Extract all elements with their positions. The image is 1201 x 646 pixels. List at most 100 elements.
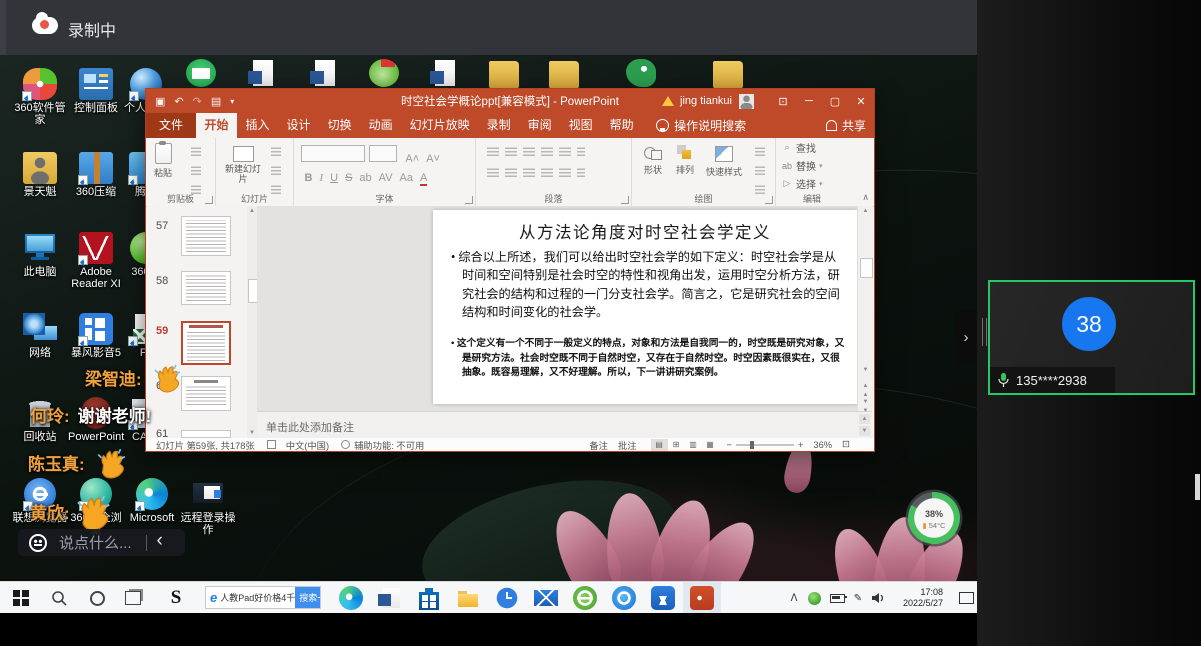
slide-bullet-1[interactable]: 综合以上所述，我们可以给出时空社会学的如下定义：时空社会学是从时间和空间特别是社… xyxy=(451,248,845,321)
news-search-text[interactable]: 人教Pad好价格4千 xyxy=(220,591,295,604)
accessibility-status[interactable]: 辅助功能: 不可用 xyxy=(354,438,424,452)
char-spacing-button[interactable]: AV xyxy=(379,172,393,184)
zoom-in-button[interactable]: + xyxy=(798,440,803,450)
ribbon-display-options-icon[interactable]: ⊡ xyxy=(770,89,796,113)
fit-to-window-icon[interactable]: ⊡ xyxy=(842,439,850,450)
paste-button[interactable]: 粘贴 xyxy=(154,143,172,179)
tab-record[interactable]: 录制 xyxy=(478,113,519,138)
tab-home[interactable]: 开始 xyxy=(196,113,237,138)
dialog-launcher-icon[interactable] xyxy=(621,196,629,204)
emoji-icon[interactable] xyxy=(29,534,47,552)
tray-battery[interactable] xyxy=(828,582,847,613)
desktop-icon-jingtiankui-folder[interactable]: 景天魁 xyxy=(12,152,68,198)
desktop-icon-control-panel[interactable]: 控制面板 xyxy=(68,68,124,114)
shrink-font-icon[interactable]: A˅ xyxy=(426,153,440,165)
select-button[interactable]: ▷选择 ▾ xyxy=(782,176,848,191)
tab-review[interactable]: 审阅 xyxy=(519,113,560,138)
start-button[interactable] xyxy=(8,582,34,613)
grow-font-icon[interactable]: A˄ xyxy=(405,153,419,165)
desktop-icon-folder[interactable] xyxy=(549,61,579,89)
collapse-chat-icon[interactable]: ‹ xyxy=(157,530,163,552)
notes-toggle[interactable]: 备注 xyxy=(589,438,608,452)
desktop-icon-folder[interactable] xyxy=(713,61,743,89)
taskbar-search-button[interactable] xyxy=(44,582,74,613)
zoom-slider-thumb[interactable] xyxy=(750,441,754,449)
desktop-icon-browser[interactable] xyxy=(369,59,399,87)
tab-file[interactable]: 文件 xyxy=(146,113,196,138)
slideshow-icon[interactable]: ▤ xyxy=(211,95,221,108)
taskbar-ie[interactable] xyxy=(566,582,604,613)
chat-input-bar[interactable]: 说点什么... ‹ xyxy=(18,529,185,556)
tell-me-search[interactable]: 操作说明搜索 xyxy=(674,117,746,134)
maximize-button[interactable]: ▢ xyxy=(822,89,848,113)
taskbar-file-explorer[interactable] xyxy=(449,582,487,613)
slide-thumbnail-58[interactable] xyxy=(181,271,231,305)
new-slide-button[interactable]: 新建幻灯片 xyxy=(223,143,263,184)
find-button[interactable]: ⌕查找 xyxy=(782,140,848,155)
save-icon[interactable]: ▣ xyxy=(155,95,165,108)
language-indicator[interactable]: 中文(中国) xyxy=(286,438,329,452)
desktop-icon-parrot[interactable] xyxy=(626,59,656,87)
sogou-input-button[interactable]: S xyxy=(158,582,194,613)
italic-button[interactable]: I xyxy=(319,172,323,184)
desktop-icon-mail[interactable] xyxy=(186,59,216,87)
share-button[interactable]: 共享 xyxy=(826,117,866,134)
paragraph-buttons-row2[interactable] xyxy=(484,165,588,184)
dialog-launcher-icon[interactable] xyxy=(765,196,773,204)
paragraph-buttons-row1[interactable] xyxy=(484,144,588,163)
font-name-box[interactable] xyxy=(301,145,365,162)
desktop-icon-storm-player[interactable]: 暴风影音5 xyxy=(68,313,124,359)
slide-sorter-view-button[interactable]: ⊞ xyxy=(668,439,685,451)
shadow-button[interactable]: ab xyxy=(359,172,371,184)
tab-animations[interactable]: 动画 xyxy=(360,113,401,138)
scroll-up-icon[interactable]: ▲ xyxy=(858,207,873,216)
taskbar-news-search-box[interactable]: e 人教Pad好价格4千 搜索一下 xyxy=(205,586,321,609)
panel-drag-handle[interactable] xyxy=(986,318,987,346)
zoom-level[interactable]: 36% xyxy=(813,440,832,450)
search-go-button[interactable]: 搜索一下 xyxy=(295,587,321,608)
slide-title[interactable]: 从方法论角度对时空社会学定义 xyxy=(433,219,857,243)
zoom-out-button[interactable]: − xyxy=(727,440,732,450)
slide-thumbnail-60[interactable] xyxy=(181,376,231,411)
task-view-button[interactable] xyxy=(118,582,148,613)
dialog-launcher-icon[interactable] xyxy=(465,196,473,204)
tray-360-icon[interactable] xyxy=(806,582,823,613)
desktop-icon-adobe-reader[interactable]: Adobe Reader XI xyxy=(68,232,124,290)
zoom-slider[interactable] xyxy=(736,444,794,446)
desktop-icon-word-doc[interactable] xyxy=(309,59,339,87)
tray-overflow-chevron[interactable]: ᐱ xyxy=(786,582,802,613)
taskbar-meeting[interactable] xyxy=(644,582,682,613)
tray-clock[interactable]: 17:082022/5/27 xyxy=(892,582,954,613)
undo-icon[interactable]: ↶ xyxy=(174,95,183,108)
desktop-icon-word-doc[interactable] xyxy=(247,59,277,87)
minimize-button[interactable]: ─ xyxy=(796,89,822,113)
dialog-launcher-icon[interactable] xyxy=(205,196,213,204)
underline-button[interactable]: U xyxy=(330,172,338,184)
font-size-box[interactable] xyxy=(369,145,397,162)
participant-video-tile[interactable]: 38 135****2938 xyxy=(988,280,1195,395)
chat-input-placeholder[interactable]: 说点什么... xyxy=(59,532,132,553)
desktop-icon-this-pc[interactable]: 此电脑 xyxy=(12,232,68,278)
scroll-down-icon[interactable]: ▼ xyxy=(247,428,257,438)
expand-panel-button[interactable]: › xyxy=(955,310,977,365)
bold-button[interactable]: B xyxy=(305,172,313,184)
slideshow-view-button[interactable]: ▦ xyxy=(702,439,719,451)
tray-volume[interactable] xyxy=(869,582,887,613)
reading-view-button[interactable]: ▥ xyxy=(685,439,702,451)
account-area[interactable]: jing tiankui xyxy=(662,94,754,109)
qat-customize-icon[interactable]: ▾ xyxy=(230,97,234,106)
quick-styles-button[interactable]: 快速样式 xyxy=(702,143,746,178)
notes-pane[interactable]: 单击此处添加备注 ▲ ▼ xyxy=(257,411,872,439)
notes-placeholder[interactable]: 单击此处添加备注 xyxy=(266,419,354,435)
tab-help[interactable]: 帮助 xyxy=(601,113,642,138)
scroll-down-icon[interactable]: ▼ xyxy=(858,366,873,375)
account-avatar[interactable] xyxy=(739,94,754,109)
change-case-button[interactable]: Aa xyxy=(400,172,413,184)
slide-canvas[interactable]: 从方法论角度对时空社会学定义 综合以上所述，我们可以给出时空社会学的如下定义：时… xyxy=(433,210,857,404)
tab-insert[interactable]: 插入 xyxy=(237,113,278,138)
taskbar-word[interactable] xyxy=(371,582,409,613)
speed-ball-widget[interactable]: 38% ▮ 54°C xyxy=(908,492,960,544)
taskbar-store[interactable] xyxy=(410,582,448,613)
close-button[interactable]: ✕ xyxy=(848,89,874,113)
panel-scrollbar[interactable] xyxy=(1195,474,1200,500)
